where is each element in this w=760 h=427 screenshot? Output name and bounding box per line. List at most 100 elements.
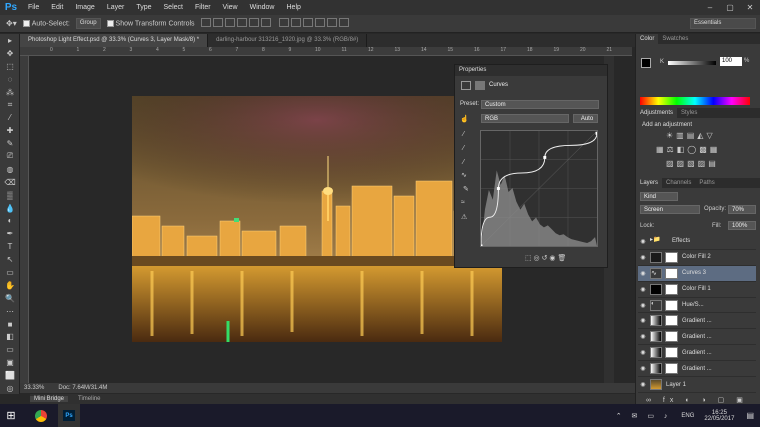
layer-filter-dropdown[interactable]: Kind xyxy=(640,192,678,201)
healing-tool-icon[interactable]: ✚ xyxy=(0,124,20,137)
tray-icons[interactable]: ⌃ ✉ ▭ ♪ xyxy=(616,412,672,420)
layer-row[interactable]: ◉ Color Fill 2 xyxy=(638,250,756,266)
menu-help[interactable]: Help xyxy=(281,0,307,15)
layer-mask-thumbnail[interactable] xyxy=(665,267,678,279)
windows-start-icon[interactable]: ⊞ xyxy=(0,404,22,427)
fill-field[interactable]: 100% xyxy=(728,221,756,230)
auto-button[interactable]: Auto xyxy=(573,114,598,123)
zoom-tool-icon[interactable]: 🔍 xyxy=(0,292,20,305)
lasso-tool-icon[interactable]: ◌ xyxy=(0,73,20,86)
quick-mask-tool-icon[interactable]: ▭ xyxy=(0,343,20,356)
hand-adjust-icon[interactable]: ☝ xyxy=(460,115,469,123)
adjustment-icons-row3[interactable]: ▨▨▧▨▤ xyxy=(666,159,719,168)
gray-eyedropper-icon[interactable]: ⁄ xyxy=(463,145,464,152)
pen-tool-icon[interactable]: ✒ xyxy=(0,227,20,240)
distribute-icons[interactable] xyxy=(278,18,351,29)
zoom-level[interactable]: 33.33% xyxy=(24,385,44,391)
mask-icon[interactable] xyxy=(475,81,485,90)
pencil-icon[interactable]: ✎ xyxy=(463,185,469,193)
white-eyedropper-icon[interactable]: ⁄ xyxy=(463,159,464,166)
curves-graph[interactable] xyxy=(480,130,598,247)
curve-control-point[interactable] xyxy=(480,244,483,247)
more-tool-icon[interactable]: ⋯ xyxy=(0,305,20,318)
eraser-tool-icon[interactable]: ⌫ xyxy=(0,176,20,189)
tab-adjustments[interactable]: Adjustments xyxy=(636,108,678,118)
background-swatch-tool-icon[interactable]: ◧ xyxy=(0,330,20,343)
blend-mode-dropdown[interactable]: Screen xyxy=(640,205,700,214)
visibility-eye-icon[interactable]: ◉ xyxy=(638,286,648,293)
layer-row[interactable]: ◉ Gradient ... xyxy=(638,361,756,378)
adjustment-icons-row1[interactable]: ☀▥▤◭▽ xyxy=(666,131,716,140)
curve-control-point[interactable] xyxy=(496,187,500,190)
tab-layers[interactable]: Layers xyxy=(636,178,663,188)
tab-swatches[interactable]: Swatches xyxy=(658,34,692,44)
layer-mask-thumbnail[interactable] xyxy=(665,363,678,375)
auto-select-checkbox[interactable]: Auto-Select: xyxy=(22,19,70,27)
menu-edit[interactable]: Edit xyxy=(45,0,69,15)
move-tool-icon[interactable]: ✥▾ xyxy=(6,19,17,28)
doc-size[interactable]: Doc: 7.64M/31.4M xyxy=(58,385,107,391)
visibility-eye-icon[interactable]: ◉ xyxy=(638,365,648,372)
layer-mask-thumbnail[interactable] xyxy=(665,331,678,343)
menu-image[interactable]: Image xyxy=(69,0,100,15)
minimize-button[interactable]: – xyxy=(700,0,720,15)
blur-tool-icon[interactable]: 💧 xyxy=(0,202,20,215)
layer-row[interactable]: ◉ ◐ Hue/S... xyxy=(638,298,756,314)
foreground-color[interactable] xyxy=(641,58,651,68)
visibility-eye-icon[interactable]: ◉ xyxy=(638,333,648,340)
clipping-icon[interactable]: ⚠ xyxy=(461,213,467,221)
move-tool-icon[interactable]: ✥ xyxy=(0,47,20,60)
chrome-icon[interactable] xyxy=(30,404,52,427)
layer-mask-thumbnail[interactable] xyxy=(665,315,678,327)
tab-light-effect[interactable]: Photoshop Light Effect.psd @ 33.3% (Curv… xyxy=(20,34,209,47)
menu-window[interactable]: Window xyxy=(244,0,281,15)
adjustment-icons-row2[interactable]: ▦⚖◧◯▩▦ xyxy=(656,145,720,154)
layer-mask-thumbnail[interactable] xyxy=(665,283,678,295)
curve-control-point[interactable] xyxy=(595,131,598,135)
layer-row[interactable]: ◉ Color Fill 1 xyxy=(638,282,756,298)
visibility-eye-icon[interactable]: ◉ xyxy=(638,302,648,309)
tab-color[interactable]: Color xyxy=(636,34,659,44)
transform-controls-checkbox[interactable]: Show Transform Controls xyxy=(106,19,195,27)
rectangle-tool-icon[interactable]: ▭ xyxy=(0,266,20,279)
align-icons[interactable] xyxy=(200,18,273,29)
layer-mask-thumbnail[interactable] xyxy=(665,347,678,359)
canvas-image[interactable] xyxy=(132,96,502,342)
curve-control-point[interactable] xyxy=(543,155,547,159)
gradient-tool-icon[interactable]: ▒ xyxy=(0,189,20,202)
menu-select[interactable]: Select xyxy=(158,0,189,15)
k-slider[interactable] xyxy=(668,61,716,65)
curve-point-icon[interactable]: ∿ xyxy=(461,171,467,179)
tab-timeline[interactable]: Timeline xyxy=(74,396,104,402)
color-spectrum[interactable] xyxy=(640,97,750,105)
clone-stamp-tool-icon[interactable]: ⎚ xyxy=(0,150,20,163)
tab-darling-harbour[interactable]: darling-harbour 313216_1920.jpg @ 33.3% … xyxy=(208,34,368,47)
photoshop-taskbar-icon[interactable]: Ps xyxy=(58,404,80,427)
screen-mode-tool-icon[interactable]: ▣ xyxy=(0,356,20,369)
opacity-field[interactable]: 70% xyxy=(728,205,756,214)
layer-mask-thumbnail[interactable] xyxy=(665,251,678,263)
tab-paths[interactable]: Paths xyxy=(695,178,718,188)
path-select-tool-icon[interactable]: ↖ xyxy=(0,253,20,266)
collapse-tool-icon[interactable]: ▸ xyxy=(0,34,20,47)
visibility-eye-icon[interactable]: ◉ xyxy=(638,349,648,356)
eyedropper-tool-icon[interactable]: ⁄ xyxy=(0,111,20,124)
hand-tool-icon[interactable]: ✋ xyxy=(0,279,20,292)
k-value[interactable]: 100 xyxy=(720,57,742,66)
close-button[interactable]: ✕ xyxy=(740,0,760,15)
menu-view[interactable]: View xyxy=(217,0,244,15)
clock-date[interactable]: 22/05/2017 xyxy=(704,416,734,422)
smooth-icon[interactable]: ≈ xyxy=(461,199,465,206)
dodge-tool-icon[interactable]: ◐ xyxy=(0,214,20,227)
extra-tool-icon[interactable]: ⬜ xyxy=(0,369,20,382)
language-indicator[interactable]: ENG xyxy=(681,413,694,419)
tab-mini-bridge[interactable]: Mini Bridge xyxy=(30,396,69,402)
type-tool-icon[interactable]: T xyxy=(0,240,20,253)
menu-file[interactable]: File xyxy=(22,0,45,15)
foreground-swatch-tool-icon[interactable]: ■ xyxy=(0,318,20,331)
preset-dropdown[interactable]: Custom xyxy=(481,100,599,109)
visibility-eye-icon[interactable]: ◉ xyxy=(638,381,648,388)
panel-footer-icons[interactable]: ⬚ ◎ ↺ ◉ 🗑 xyxy=(525,254,566,262)
menu-layer[interactable]: Layer xyxy=(101,0,131,15)
menu-type[interactable]: Type xyxy=(130,0,157,15)
